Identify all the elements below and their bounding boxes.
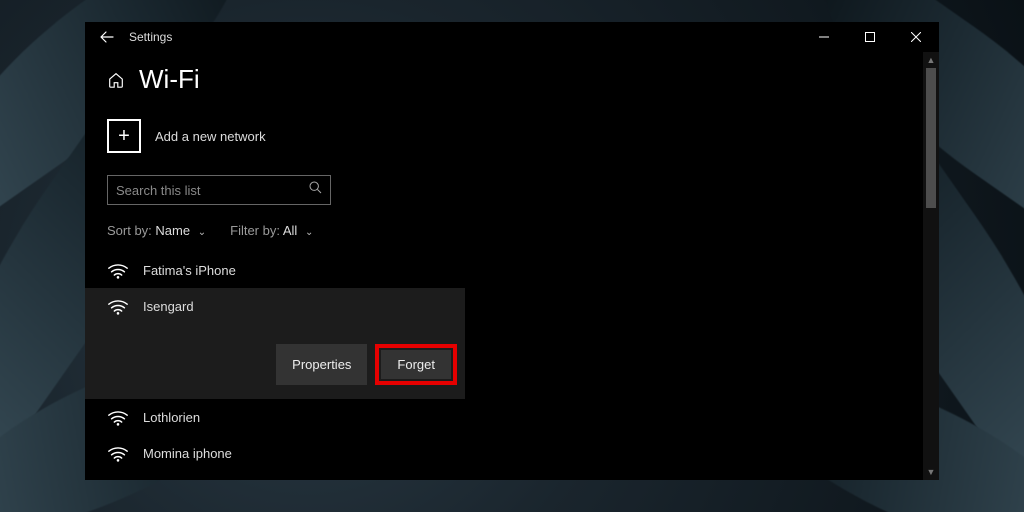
annotation-highlight: Forget (375, 344, 457, 385)
titlebar: Settings (85, 22, 939, 52)
home-icon[interactable] (107, 71, 125, 89)
add-network-label: Add a new network (155, 129, 266, 144)
plus-icon: + (107, 119, 141, 153)
arrow-left-icon (100, 30, 114, 44)
network-name: Isengard (143, 299, 194, 314)
list-filters: Sort by: Name ⌄ Filter by: All ⌄ (107, 223, 901, 238)
sort-value: Name (155, 223, 190, 238)
back-button[interactable] (91, 22, 123, 52)
sort-by-dropdown[interactable]: Sort by: Name ⌄ (107, 223, 206, 238)
network-item[interactable]: Lothlorien (85, 399, 465, 435)
vertical-scrollbar[interactable]: ▲ ▼ (923, 52, 939, 480)
properties-button[interactable]: Properties (276, 344, 367, 385)
network-item[interactable]: Fatima's iPhone (85, 252, 465, 288)
wifi-icon (107, 296, 129, 316)
network-name: Fatima's iPhone (143, 263, 236, 278)
search-input[interactable] (116, 183, 309, 198)
network-actions: Properties Forget (107, 344, 465, 385)
network-name: Lothlorien (143, 410, 200, 425)
wifi-icon (107, 443, 129, 463)
wifi-icon (107, 260, 129, 280)
network-item-selected[interactable]: Isengard Properties Forget (85, 288, 465, 399)
window-title: Settings (129, 30, 172, 44)
page-header: Wi-Fi (107, 64, 901, 95)
scroll-up-button[interactable]: ▲ (923, 52, 939, 68)
filter-prefix: Filter by: (230, 223, 280, 238)
page-content: Wi-Fi + Add a new network Sort by: Name … (85, 52, 923, 480)
minimize-icon (819, 32, 829, 42)
filter-by-dropdown[interactable]: Filter by: All ⌄ (230, 223, 313, 238)
add-network-button[interactable]: + Add a new network (107, 119, 901, 153)
sort-prefix: Sort by: (107, 223, 152, 238)
filter-value: All (283, 223, 297, 238)
close-icon (911, 32, 921, 42)
network-item[interactable]: Momina iphone (85, 435, 465, 471)
chevron-down-icon: ⌄ (305, 227, 313, 238)
maximize-button[interactable] (847, 22, 893, 52)
network-list: Fatima's iPhone Isengard Properties Forg… (85, 252, 465, 471)
minimize-button[interactable] (801, 22, 847, 52)
forget-button[interactable]: Forget (381, 350, 451, 379)
settings-window: Settings Wi-Fi + Add a new network (85, 22, 939, 480)
maximize-icon (865, 32, 875, 42)
search-icon[interactable] (309, 181, 322, 199)
close-button[interactable] (893, 22, 939, 52)
page-title: Wi-Fi (139, 64, 200, 95)
scroll-thumb[interactable] (926, 68, 936, 208)
scroll-down-button[interactable]: ▼ (923, 464, 939, 480)
network-name: Momina iphone (143, 446, 232, 461)
wifi-icon (107, 407, 129, 427)
chevron-down-icon: ⌄ (198, 227, 206, 238)
search-box[interactable] (107, 175, 331, 205)
